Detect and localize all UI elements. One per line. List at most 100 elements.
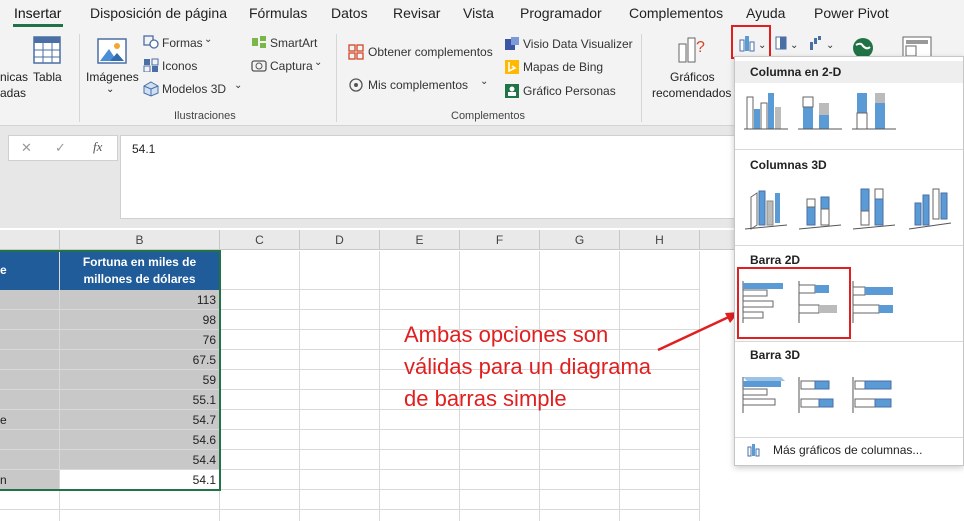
cell[interactable] — [220, 310, 300, 330]
cell[interactable] — [300, 350, 380, 370]
tab-vista[interactable]: Vista — [463, 5, 494, 21]
iconos-button[interactable]: Iconos — [162, 59, 197, 73]
cell[interactable] — [300, 490, 380, 510]
mapas-bing-button[interactable]: Mapas de Bing — [523, 60, 603, 74]
cell[interactable] — [220, 510, 300, 521]
cell[interactable] — [300, 330, 380, 350]
cell[interactable] — [300, 470, 380, 490]
modelos-3d-button[interactable]: Modelos 3D — [162, 82, 226, 96]
graficos-label-2[interactable]: recomendados — [652, 86, 731, 100]
cell[interactable] — [220, 330, 300, 350]
cell[interactable] — [380, 430, 460, 450]
column-header-c[interactable]: C — [220, 230, 300, 250]
cell[interactable] — [220, 251, 300, 290]
cell[interactable] — [380, 490, 460, 510]
cell[interactable] — [300, 310, 380, 330]
tab-disposicion[interactable]: Disposición de página — [90, 5, 227, 21]
3d-clustered-column-icon[interactable] — [743, 181, 789, 231]
cell[interactable] — [0, 510, 60, 521]
cell[interactable] — [540, 450, 620, 470]
smartart-button[interactable]: SmartArt — [270, 36, 317, 50]
3d-100-stacked-bar-icon[interactable] — [851, 373, 897, 417]
cell[interactable] — [220, 450, 300, 470]
cell[interactable] — [220, 370, 300, 390]
cell[interactable] — [460, 290, 540, 310]
cell[interactable] — [60, 490, 220, 510]
cell[interactable] — [220, 390, 300, 410]
column-header-b[interactable]: B — [60, 230, 220, 250]
cell[interactable] — [300, 251, 380, 290]
cell[interactable] — [540, 290, 620, 310]
cell[interactable] — [620, 430, 700, 450]
cell[interactable] — [460, 450, 540, 470]
tab-complementos[interactable]: Complementos — [629, 5, 723, 21]
formas-button[interactable]: Formas — [162, 36, 203, 50]
obtener-complementos-button[interactable]: Obtener complementos — [368, 45, 493, 59]
3d-stacked-bar-icon[interactable] — [797, 373, 843, 417]
cell[interactable] — [220, 290, 300, 310]
cell[interactable] — [540, 490, 620, 510]
mis-complementos-button[interactable]: Mis complementos — [368, 78, 468, 92]
cell[interactable] — [460, 251, 540, 290]
cell[interactable] — [380, 450, 460, 470]
cell[interactable] — [0, 490, 60, 510]
imagenes-button[interactable]: Imágenes — [86, 70, 139, 84]
clustered-column-icon[interactable] — [743, 87, 789, 137]
cell[interactable] — [620, 470, 700, 490]
cell[interactable] — [220, 430, 300, 450]
tab-programador[interactable]: Programador — [520, 5, 602, 21]
tab-datos[interactable]: Datos — [331, 5, 368, 21]
cell[interactable] — [380, 251, 460, 290]
cell[interactable] — [380, 510, 460, 521]
cell[interactable] — [460, 470, 540, 490]
100-stacked-bar-icon[interactable] — [851, 279, 897, 327]
cell[interactable] — [540, 251, 620, 290]
tabla-button[interactable]: Tabla — [33, 70, 62, 84]
graficos-label-1[interactable]: Gráficos — [670, 70, 715, 84]
tab-formulas[interactable]: Fórmulas — [249, 5, 307, 21]
cell[interactable] — [460, 510, 540, 521]
visio-button[interactable]: Visio Data Visualizer — [523, 37, 633, 51]
enter-icon[interactable]: ✓ — [55, 140, 66, 156]
cell[interactable] — [620, 510, 700, 521]
cell[interactable] — [300, 390, 380, 410]
captura-button[interactable]: Captura — [270, 59, 313, 73]
stacked-column-icon[interactable] — [797, 87, 843, 137]
3d-column-icon[interactable] — [907, 181, 953, 231]
100-stacked-column-icon[interactable] — [851, 87, 897, 137]
column-header-g[interactable]: G — [540, 230, 620, 250]
column-header-f[interactable]: F — [460, 230, 540, 250]
waterfall-chart-icon[interactable]: ⌄ — [808, 34, 838, 54]
function-icon[interactable]: fx — [93, 139, 102, 155]
cell[interactable] — [60, 510, 220, 521]
column-header-a[interactable] — [0, 230, 60, 250]
hierarchy-chart-icon[interactable]: ⌄ — [774, 34, 802, 54]
cell[interactable] — [220, 410, 300, 430]
column-header-d[interactable]: D — [300, 230, 380, 250]
column-header-h[interactable]: H — [620, 230, 700, 250]
3d-clustered-bar-icon[interactable] — [741, 373, 787, 417]
cell[interactable] — [220, 490, 300, 510]
cell[interactable] — [300, 410, 380, 430]
cell[interactable] — [540, 430, 620, 450]
cell[interactable] — [620, 490, 700, 510]
cell[interactable] — [300, 510, 380, 521]
cell[interactable] — [540, 470, 620, 490]
cell[interactable] — [300, 430, 380, 450]
cell[interactable] — [300, 450, 380, 470]
tab-ayuda[interactable]: Ayuda — [746, 5, 785, 21]
cancel-icon[interactable]: ✕ — [21, 140, 32, 156]
3d-stacked-column-icon[interactable] — [797, 181, 843, 231]
cell[interactable] — [460, 490, 540, 510]
grafico-personas-button[interactable]: Gráfico Personas — [523, 84, 616, 98]
column-header-e[interactable]: E — [380, 230, 460, 250]
cell[interactable] — [380, 290, 460, 310]
cell[interactable] — [380, 470, 460, 490]
more-column-charts-item[interactable]: Más gráficos de columnas... — [743, 441, 957, 461]
cell[interactable] — [300, 370, 380, 390]
cell[interactable] — [300, 290, 380, 310]
tab-power-pivot[interactable]: Power Pivot — [814, 5, 889, 21]
tab-insertar[interactable]: Insertar — [14, 5, 61, 21]
tab-revisar[interactable]: Revisar — [393, 5, 440, 21]
cell[interactable] — [540, 510, 620, 521]
